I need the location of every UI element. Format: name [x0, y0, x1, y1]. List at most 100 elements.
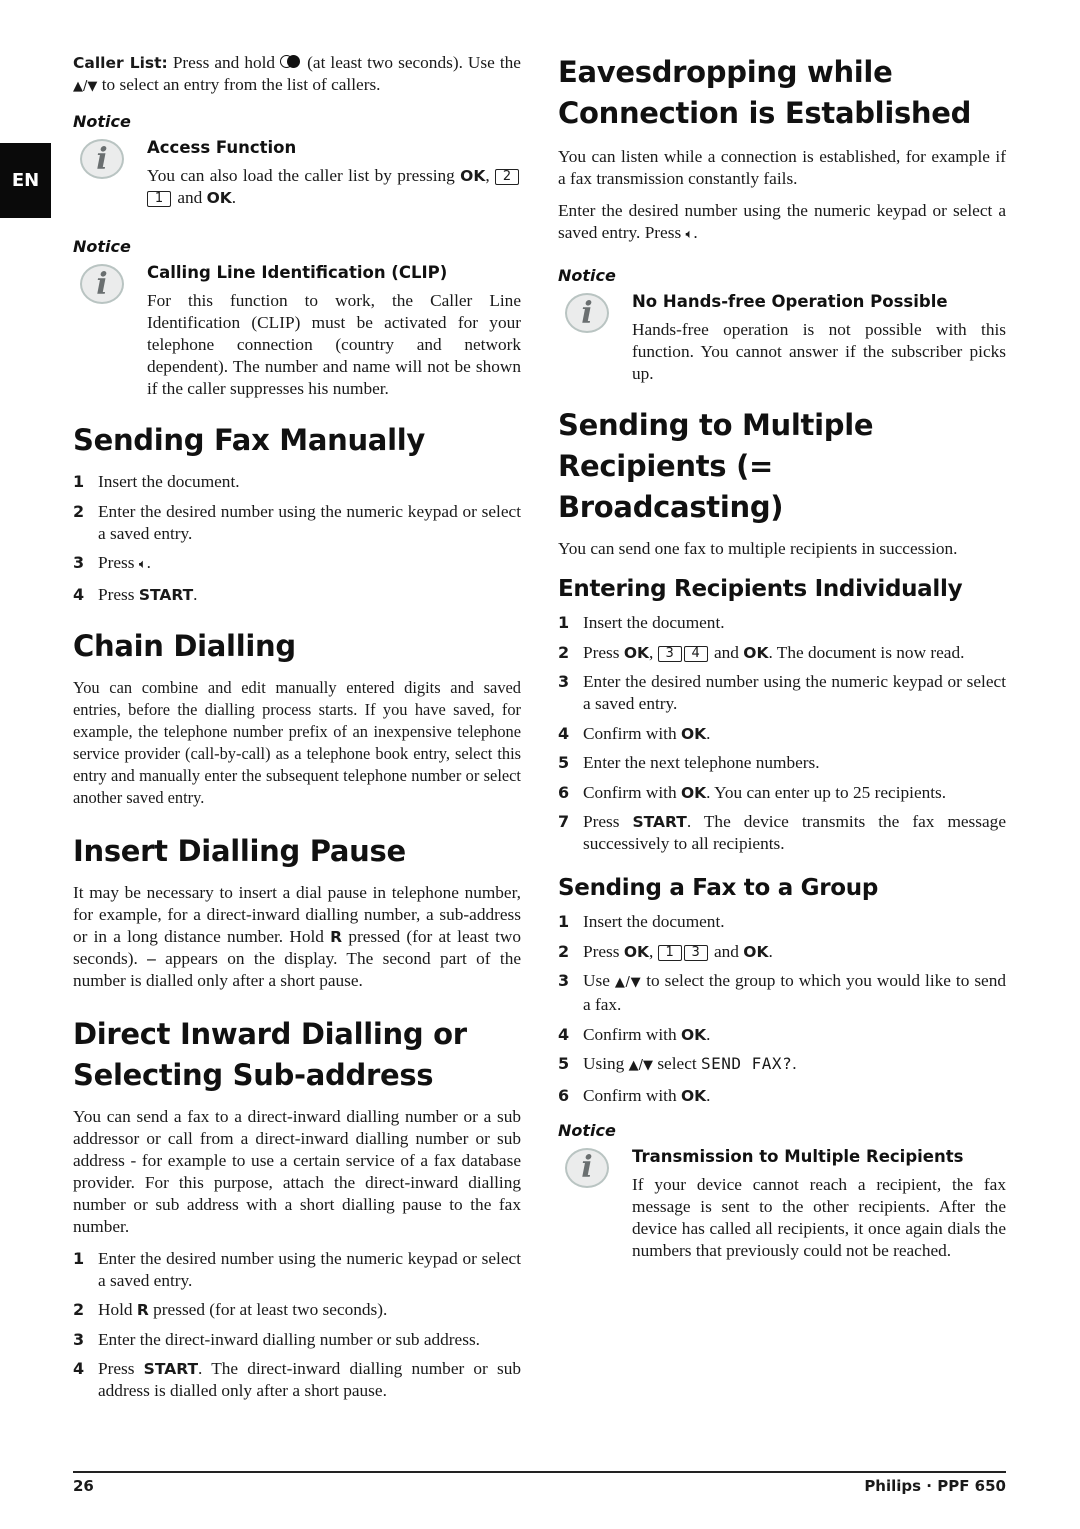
step-text: Enter the direct-inward dialling number … [98, 1329, 480, 1349]
step-text: Confirm with OK. [583, 1024, 1006, 1046]
step-text: Use ▲/▼ to select the group to which you… [583, 970, 1006, 1016]
step-text-pre: Press [98, 584, 135, 604]
step-text-pre: Confirm with [583, 1024, 677, 1044]
ok-key-label: OK [743, 942, 769, 961]
step-number: 4 [558, 723, 570, 743]
sending-manually-steps: 1 Insert the document. 2 Enter the desired… [73, 471, 521, 606]
step-number: 2 [73, 501, 85, 521]
step-text: Press START. The device transmits the fa… [583, 811, 1006, 855]
direct-inward-steps: 1 Enter the desired number using the nume… [73, 1248, 521, 1403]
step-text: Confirm with OK. [583, 723, 1006, 745]
step-number: 5 [558, 1054, 570, 1073]
notice-text: If your device cannot reach a recipient,… [632, 1174, 1006, 1260]
up-down-arrows-icon: ▲/▼ [73, 79, 98, 94]
step-item: 1 Insert the document. [73, 471, 521, 493]
step-number: 4 [73, 1359, 85, 1378]
step-number: 1 [73, 1248, 85, 1268]
step-item: 7 Press START. The device transmits the f… [558, 811, 1006, 855]
info-icon: i [565, 293, 609, 333]
step-number: 1 [558, 613, 570, 632]
step-number: 6 [558, 782, 570, 802]
key-3: 3 [657, 645, 682, 662]
left-column: Caller List: Press and hold (at least tw… [73, 52, 521, 1414]
step-text-pre: Press [583, 642, 620, 662]
step-text: Insert the document. [98, 472, 240, 491]
footer-divider [73, 1471, 1006, 1473]
step-text: Enter the desired number using the numer… [98, 501, 521, 543]
step-text: Confirm with OK. You can enter up to 25 … [583, 782, 1006, 804]
notice-hands-free: i No Hands-free Operation Possible Hands… [558, 291, 1006, 385]
group-steps: 1 Insert the document. 2 Press OK, 13 and … [558, 911, 1006, 1107]
notice-text-and: and [177, 188, 203, 207]
notice-title: No Hands-free Operation Possible [632, 292, 948, 311]
lcd-display-text: SEND FAX? [701, 1054, 793, 1073]
step-item: 3 Enter the direct-inward dialling number… [73, 1329, 521, 1351]
punct: . [768, 941, 773, 961]
notice-label: Notice [558, 266, 616, 285]
step-item: 4 Confirm with OK. [558, 723, 1006, 745]
step-text-post: . You can enter up to 25 recipients. [706, 782, 947, 802]
step-text: Press OK, 13 and OK. [583, 941, 773, 961]
step-number: 3 [73, 1329, 85, 1349]
step-text: Insert the document. [583, 613, 725, 632]
step-number: 1 [558, 912, 570, 931]
step-text-pre: Using [583, 1054, 625, 1073]
key-1: 1 [657, 944, 682, 961]
eavesdropping-text-2: Enter the desired number using the numer… [558, 200, 1006, 246]
key-3: 3 [683, 944, 708, 961]
notice-text: For this function to work, the Caller Li… [147, 291, 521, 398]
broadcasting-text: You can send one fax to multiple recipie… [558, 539, 958, 558]
r-key-label: R [136, 1301, 149, 1319]
eavesdropping-text: You can listen while a connection is est… [558, 147, 1006, 188]
step-number: 3 [73, 553, 85, 572]
step-text-pre: Press [583, 941, 620, 961]
dialling-pause-text: It may be necessary to insert a dial pau… [73, 882, 521, 992]
heading-eavesdropping: Eavesdropping while Connection is Establ… [558, 55, 972, 130]
heading-broadcasting: Sending to Multiple Recipients (= Broadc… [558, 408, 874, 524]
ok-key-label: OK [460, 167, 486, 185]
start-key-label: START [143, 1360, 199, 1378]
page-footer: 26 Philips · PPF 650 [73, 1477, 1006, 1495]
punct: . [693, 223, 698, 242]
step-text-pre: Confirm with [583, 723, 677, 743]
caller-list-label: Caller List: [73, 54, 168, 72]
punct: . [231, 188, 237, 207]
step-number: 2 [73, 1300, 85, 1319]
step-item: 1 Insert the document. [558, 911, 1006, 933]
info-icon: i [80, 139, 124, 179]
step-text-mid: select [657, 1054, 697, 1073]
ok-key-label: OK [680, 1086, 707, 1105]
ok-key-label: OK [743, 643, 769, 662]
text-part: Enter the desired number using the numer… [558, 201, 1006, 242]
step-text-mid: and [713, 642, 739, 662]
step-item: 4 Confirm with OK. [558, 1024, 1006, 1046]
individually-steps: 1 Insert the document. 2 Press OK, 34 and … [558, 612, 1006, 855]
step-number: 1 [73, 472, 85, 491]
key-1: 1 [147, 191, 171, 207]
step-text: Using ▲/▼ select SEND FAX?. [583, 1053, 1006, 1077]
step-text-pre: Hold [98, 1300, 133, 1319]
step-number: 2 [558, 642, 570, 662]
speaker-icon: 🔈︎ [138, 557, 147, 572]
ok-key-label: OK [680, 1025, 707, 1044]
step-item: 2 Hold R pressed (for at least two second… [73, 1299, 521, 1321]
ok-key-label: OK [623, 643, 650, 662]
product-name: Philips · PPF 650 [864, 1477, 1006, 1495]
step-text: Hold R pressed (for at least two seconds… [98, 1299, 521, 1321]
r-key-label: R [330, 927, 343, 946]
heading-insert-dialling-pause: Insert Dialling Pause [73, 833, 406, 868]
step-text-pre: Confirm with [583, 782, 677, 802]
step-text: Confirm with OK. [583, 1085, 1006, 1107]
step-item: 5 Enter the next telephone numbers. [558, 752, 1006, 774]
step-item: 2 Press OK, 13 and OK. [558, 941, 1006, 963]
caller-list-paragraph: Caller List: Press and hold (at least tw… [73, 52, 521, 98]
step-item: 3 Use ▲/▼ to select the group to which yo… [558, 970, 1006, 1016]
notice-title: Calling Line Identification (CLIP) [147, 263, 448, 282]
step-item: 4 Press START. The direct-inward dialling… [73, 1358, 521, 1402]
info-icon: i [565, 1147, 609, 1188]
punct: . [706, 723, 711, 743]
step-item: 3 Enter the desired number using the nume… [558, 671, 1006, 715]
step-item: 2 Enter the desired number using the nume… [73, 501, 521, 545]
language-tab: EN [0, 143, 51, 218]
ok-key-label: OK [623, 942, 650, 961]
